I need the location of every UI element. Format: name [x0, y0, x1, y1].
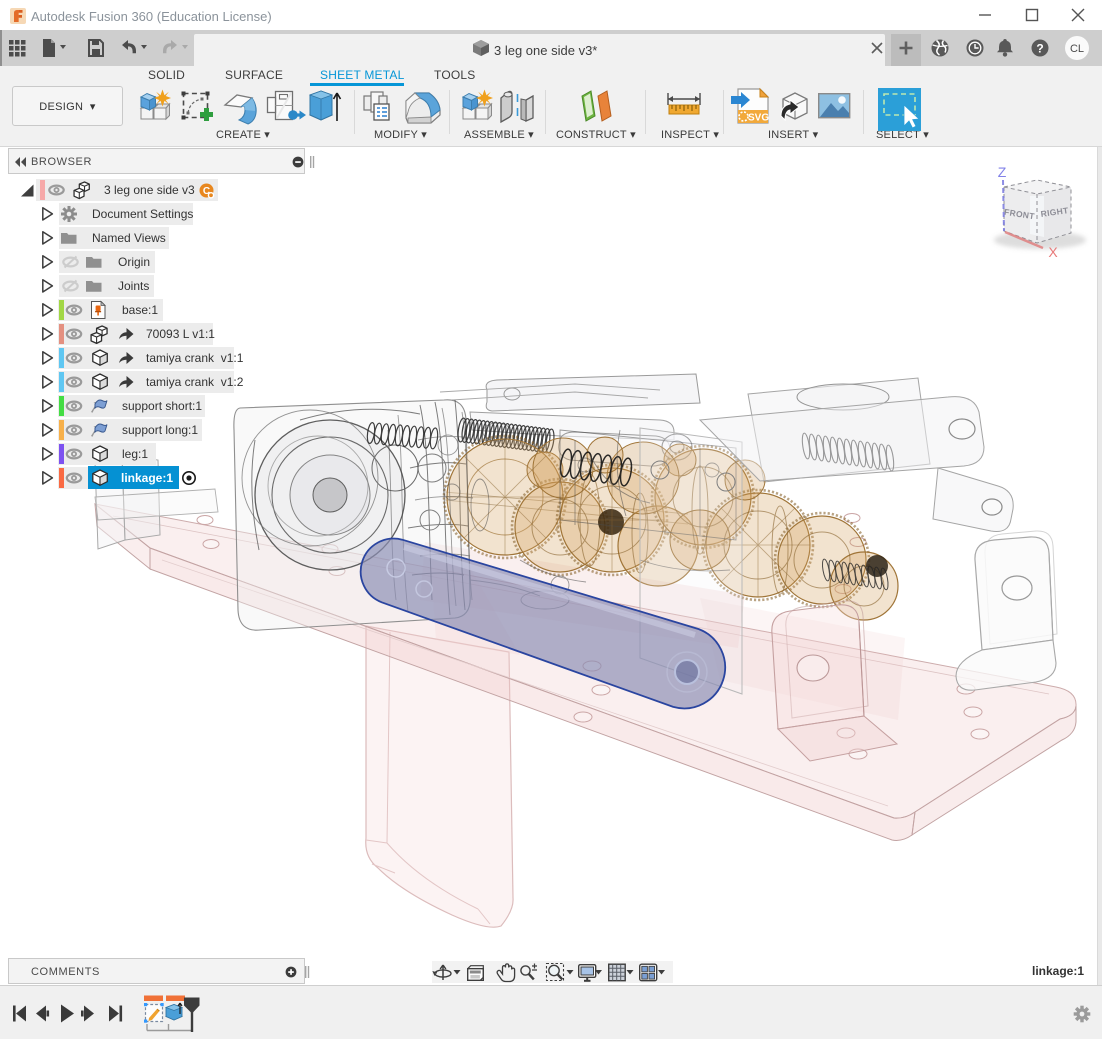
- svg-text:?: ?: [1036, 42, 1043, 56]
- svg-text:Z: Z: [998, 164, 1007, 180]
- svg-text:SVG: SVG: [748, 113, 769, 124]
- svg-text:X: X: [1048, 244, 1058, 260]
- svg-text:CL: CL: [1070, 43, 1084, 55]
